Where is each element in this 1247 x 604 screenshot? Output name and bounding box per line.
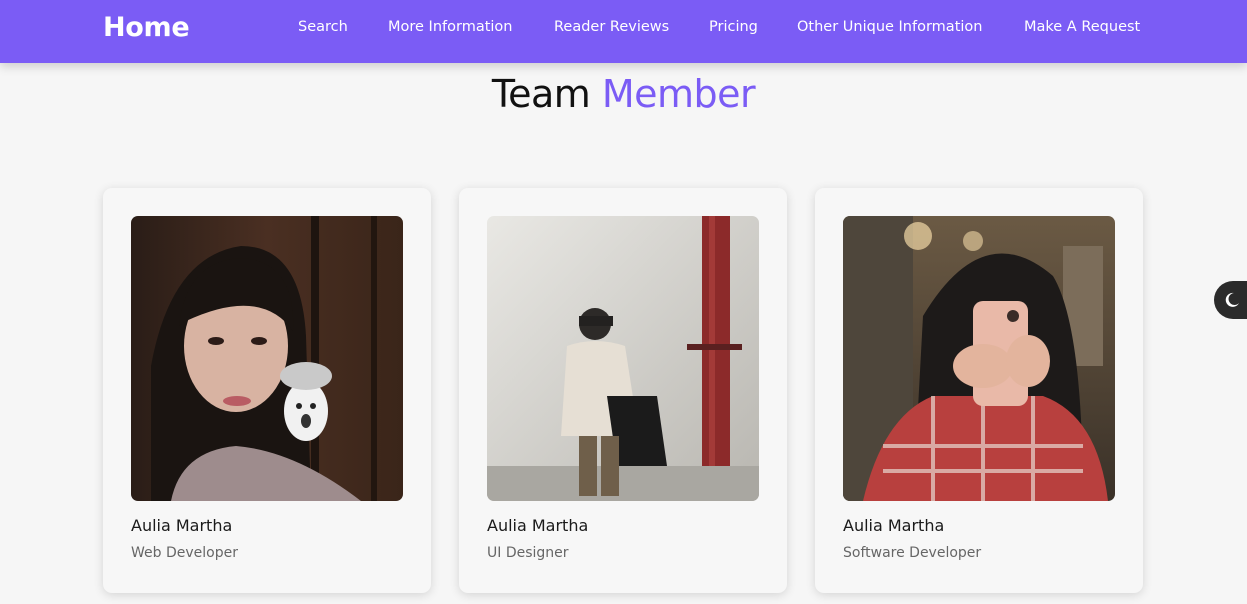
team-card: Aulia Martha Web Developer (103, 188, 431, 593)
moon-icon (1225, 292, 1239, 307)
team-card: Aulia Martha UI Designer (459, 188, 787, 593)
portrait-image (131, 216, 403, 501)
team-card: Aulia Martha Software Developer (815, 188, 1143, 593)
nav-links: Search More Information Reader Reviews P… (0, 19, 1247, 41)
member-name: Aulia Martha (843, 516, 945, 535)
theme-toggle-button[interactable] (1214, 281, 1247, 319)
portrait-image (843, 216, 1115, 501)
nav-link-make-a-request[interactable]: Make A Request (1024, 19, 1140, 35)
portrait-image (487, 216, 759, 501)
team-member-photo (487, 216, 759, 501)
member-name: Aulia Martha (487, 516, 589, 535)
title-accent: Member (601, 72, 756, 116)
member-role: UI Designer (487, 545, 569, 561)
team-member-photo (131, 216, 403, 501)
section-title: Team Member (0, 72, 1247, 116)
nav-link-search[interactable]: Search (298, 19, 348, 35)
nav-link-other-unique-information[interactable]: Other Unique Information (797, 19, 982, 35)
nav-link-pricing[interactable]: Pricing (709, 19, 758, 35)
team-member-photo (843, 216, 1115, 501)
title-plain: Team (491, 72, 591, 116)
member-role: Web Developer (131, 545, 238, 561)
nav-link-reader-reviews[interactable]: Reader Reviews (554, 19, 669, 35)
member-name: Aulia Martha (131, 516, 233, 535)
navbar: Home Search More Information Reader Revi… (0, 0, 1247, 63)
member-role: Software Developer (843, 545, 982, 561)
nav-link-more-information[interactable]: More Information (388, 19, 513, 35)
